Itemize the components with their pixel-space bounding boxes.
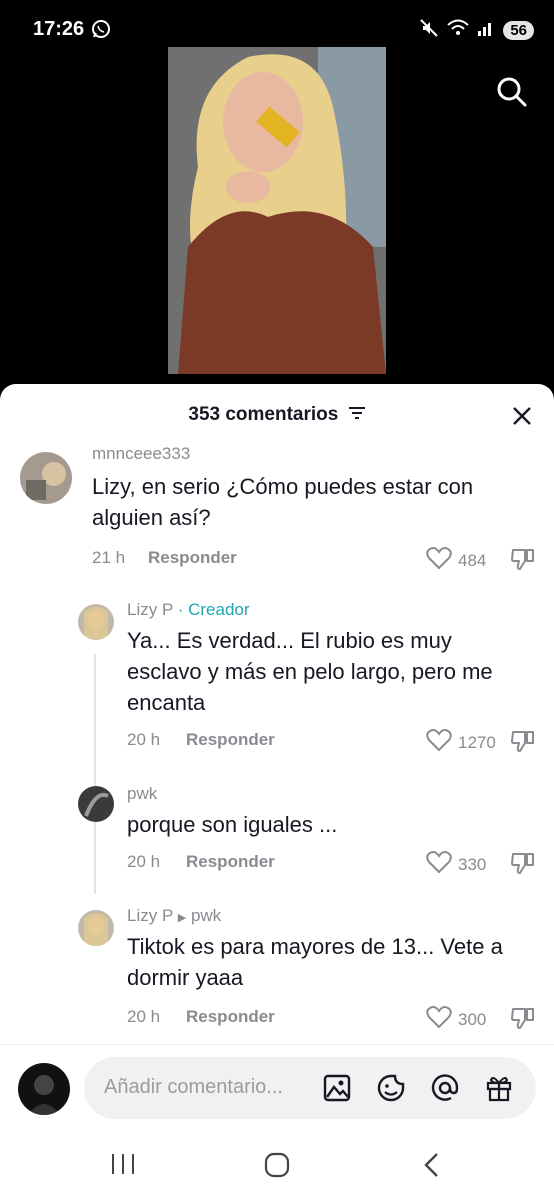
like-button[interactable]: 300 — [426, 1005, 486, 1034]
close-icon[interactable] — [510, 404, 534, 433]
comments-header: 353 comentarios — [0, 404, 554, 426]
dislike-icon[interactable] — [510, 728, 536, 759]
reply-arrow-icon: ▶ — [177, 912, 187, 924]
comment-input[interactable]: Añadir comentario... — [84, 1057, 536, 1119]
comment-text: Ya... Es verdad... El rubio es muy escla… — [127, 628, 493, 715]
dislike-icon[interactable] — [510, 1005, 536, 1036]
comment-time: 20 h — [127, 1007, 161, 1026]
whatsapp-icon — [91, 19, 111, 44]
status-time: 17:26 — [33, 18, 85, 40]
image-icon[interactable] — [322, 1073, 352, 1108]
reply-thread-line — [94, 654, 96, 894]
heart-icon — [426, 728, 452, 757]
system-nav-bar — [0, 1128, 554, 1200]
creator-badge: · Creador — [177, 600, 250, 619]
signal-icon — [477, 19, 495, 42]
heart-icon — [426, 546, 452, 575]
like-count: 330 — [458, 854, 487, 874]
dislike-icon[interactable] — [510, 850, 536, 881]
comments-count: 353 comentarios — [188, 404, 339, 426]
recents-icon[interactable] — [110, 1152, 136, 1181]
comment-text: Tiktok es para mayores de 13... Vete a d… — [127, 934, 503, 990]
reply-button[interactable]: Responder — [186, 730, 275, 750]
gift-icon[interactable] — [484, 1073, 514, 1108]
home-icon[interactable] — [264, 1152, 290, 1183]
mute-icon — [419, 18, 439, 43]
comment-time: 21 h — [92, 548, 126, 567]
like-button[interactable]: 330 — [426, 850, 486, 879]
search-icon[interactable] — [496, 76, 528, 113]
comment-username[interactable]: Lizy P ▶ pwk — [127, 906, 221, 926]
comment-time: 20 h — [127, 730, 161, 749]
reply-button[interactable]: Responder — [186, 1007, 275, 1027]
dislike-icon[interactable] — [510, 546, 536, 577]
mention-icon[interactable] — [430, 1073, 460, 1108]
like-count: 484 — [458, 550, 487, 570]
video-thumbnail[interactable] — [168, 47, 386, 374]
back-icon[interactable] — [422, 1152, 442, 1183]
comment-username[interactable]: mnnceee333 — [92, 444, 190, 464]
like-count: 1270 — [458, 732, 496, 752]
heart-icon — [426, 1005, 452, 1034]
avatar[interactable] — [78, 786, 114, 822]
battery-badge: 56 — [503, 21, 534, 40]
reply-button[interactable]: Responder — [186, 852, 275, 872]
avatar[interactable] — [18, 1063, 70, 1115]
avatar[interactable] — [78, 910, 114, 946]
like-button[interactable]: 484 — [426, 546, 486, 575]
filter-icon[interactable] — [348, 404, 366, 426]
reply-button[interactable]: Responder — [148, 548, 237, 568]
emoji-icon[interactable] — [376, 1073, 406, 1108]
avatar[interactable] — [20, 452, 72, 504]
like-count: 300 — [458, 1009, 487, 1029]
comment-text: Lizy, en serio ¿Cómo puedes estar con al… — [92, 474, 474, 530]
status-icons: 56 — [419, 18, 534, 43]
reply-to-username[interactable]: pwk — [191, 906, 221, 925]
avatar[interactable] — [78, 604, 114, 640]
heart-icon — [426, 850, 452, 879]
comment-text: porque son iguales ... — [127, 812, 338, 837]
comment-username[interactable]: Lizy P · Creador — [127, 600, 250, 620]
like-button[interactable]: 1270 — [426, 728, 496, 757]
comment-composer: Añadir comentario... — [0, 1044, 554, 1129]
comment-input-placeholder: Añadir comentario... — [104, 1076, 283, 1098]
comment-time: 20 h — [127, 852, 161, 871]
wifi-icon — [447, 19, 469, 42]
comment-username[interactable]: pwk — [127, 784, 157, 804]
